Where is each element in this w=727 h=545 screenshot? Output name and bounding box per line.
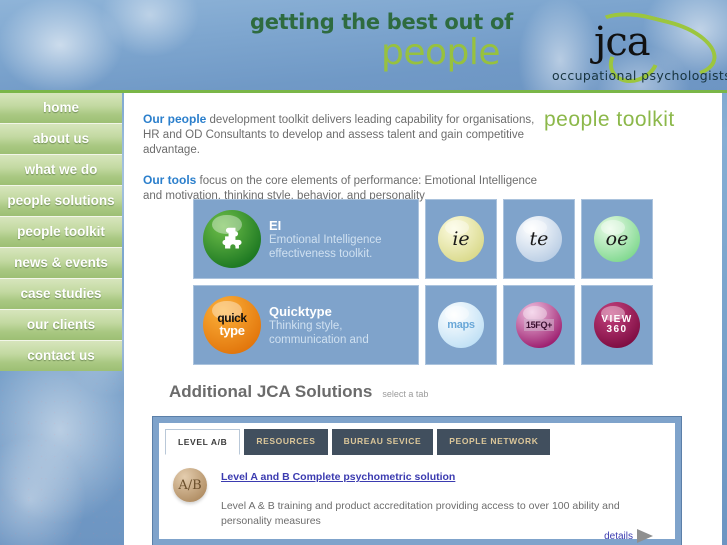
page-title: people toolkit	[544, 108, 675, 131]
tile-quicktype-desc-1: Thinking style,	[269, 319, 343, 332]
solutions-panel-inner: LEVEL A/B RESOURCES BUREAU SEVICE PEOPLE…	[159, 423, 675, 543]
tile-te[interactable]: te	[503, 199, 575, 279]
oe-badge-icon: oe	[594, 216, 640, 262]
tile-view360-line-2: 360	[606, 324, 628, 335]
ie-badge-icon: ie	[438, 216, 484, 262]
tile-ie-label: ie	[452, 227, 470, 250]
puzzle-piece-glyph	[222, 227, 242, 249]
maps-badge-icon: maps	[438, 302, 484, 348]
tab-bureau-service[interactable]: BUREAU SEVICE	[331, 429, 434, 455]
tab-content-level-ab: A/B Level A and B Complete psychometric …	[159, 455, 675, 543]
tile-view360[interactable]: VIEW 360	[581, 285, 653, 365]
solution-text-block: Level A and B Complete psychometric solu…	[221, 467, 621, 529]
toolkit-tile-grid: EI Emotional Intelligence effectiveness …	[193, 199, 653, 371]
fifteen-fq-badge-icon: 15FQ+	[516, 302, 562, 348]
sidebar-item-people-toolkit[interactable]: people toolkit	[0, 217, 122, 248]
tab-people-network[interactable]: PEOPLE NETWORK	[437, 429, 551, 455]
additional-solutions-header: Additional JCA Solutions select a tab	[169, 382, 428, 402]
tile-quicktype[interactable]: quick type Quicktype Thinking style, com…	[193, 285, 419, 365]
intro-paragraph-1: Our people development toolkit delivers …	[143, 112, 543, 158]
tile-maps-label: maps	[447, 319, 475, 331]
view360-badge-text: VIEW 360	[601, 314, 632, 335]
logo-wordmark: jca	[594, 19, 651, 65]
additional-solutions-subheading: select a tab	[382, 389, 429, 399]
level-ab-badge-icon: A/B	[173, 468, 207, 502]
solution-title-link[interactable]: Level A and B Complete psychometric solu…	[221, 471, 455, 483]
header-banner: getting the best out of people jca occup…	[0, 0, 727, 92]
tagline-line-2: people	[380, 32, 501, 73]
view360-badge-icon: VIEW 360	[594, 302, 640, 348]
intro-copy: Our people development toolkit delivers …	[143, 112, 543, 204]
intro-body-2: focus on the core elements of performanc…	[143, 175, 538, 202]
tile-maps[interactable]: maps	[425, 285, 497, 365]
sidebar-item-case-studies[interactable]: case studies	[0, 279, 122, 310]
quicktype-badge-line-2: type	[219, 323, 245, 339]
sidebar-item-people-solutions[interactable]: people solutions	[0, 186, 122, 217]
main-navigation: home about us what we do people solution…	[0, 93, 122, 371]
quicktype-badge-text: quick type	[217, 312, 247, 339]
sidebar-item-what-we-do[interactable]: what we do	[0, 155, 122, 186]
sidebar-item-about-us[interactable]: about us	[0, 124, 122, 155]
tile-quicktype-name: Quicktype	[269, 303, 332, 319]
header-green-divider	[0, 90, 727, 93]
sidebar-item-news-events[interactable]: news & events	[0, 248, 122, 279]
tile-ei-desc-2: effectiveness toolkit.	[269, 247, 373, 260]
tile-ei[interactable]: EI Emotional Intelligence effectiveness …	[193, 199, 419, 279]
puzzle-icon	[203, 210, 261, 268]
quicktype-badge-icon: quick type	[203, 296, 261, 354]
arrow-right-icon	[637, 529, 653, 543]
tile-15fq[interactable]: 15FQ+	[503, 285, 575, 365]
tile-te-label: te	[529, 227, 549, 250]
intro-lede-1: Our people	[143, 112, 207, 126]
intro-lede-2: Our tools	[143, 173, 197, 187]
details-link[interactable]: details	[604, 529, 653, 543]
sidebar-item-our-clients[interactable]: our clients	[0, 310, 122, 341]
tagline: getting the best out of people	[250, 10, 513, 73]
tile-15fq-label: 15FQ+	[523, 319, 555, 331]
tab-level-ab[interactable]: LEVEL A/B	[165, 429, 241, 455]
tile-row-quicktype: quick type Quicktype Thinking style, com…	[193, 285, 653, 365]
tile-ei-name: EI	[269, 217, 282, 233]
tile-ei-label: EI Emotional Intelligence effectiveness …	[269, 218, 382, 261]
tile-ei-desc-1: Emotional Intelligence	[269, 233, 382, 246]
details-label: details	[604, 530, 633, 542]
tile-quicktype-desc-2: communication and	[269, 333, 369, 346]
solution-row: A/B Level A and B Complete psychometric …	[173, 467, 661, 529]
solutions-tab-panel: LEVEL A/B RESOURCES BUREAU SEVICE PEOPLE…	[152, 416, 682, 545]
tab-resources[interactable]: RESOURCES	[244, 429, 328, 455]
main-content-panel: Our people development toolkit delivers …	[124, 93, 722, 545]
sidebar-item-contact-us[interactable]: contact us	[0, 341, 122, 371]
solutions-tab-bar: LEVEL A/B RESOURCES BUREAU SEVICE PEOPLE…	[159, 423, 675, 455]
solution-description: Level A & B training and product accredi…	[221, 500, 620, 527]
sidebar-item-home[interactable]: home	[0, 93, 122, 124]
tagline-line-1: getting the best out of	[250, 10, 513, 34]
additional-solutions-heading: Additional JCA Solutions	[169, 382, 373, 401]
te-badge-icon: te	[516, 216, 562, 262]
tile-ie[interactable]: ie	[425, 199, 497, 279]
tile-quicktype-label: Quicktype Thinking style, communication …	[269, 304, 369, 347]
logo-subtitle: occupational psychologists	[552, 68, 727, 83]
jca-logo[interactable]: jca occupational psychologists	[552, 2, 727, 92]
tile-oe[interactable]: oe	[581, 199, 653, 279]
tile-row-ei: EI Emotional Intelligence effectiveness …	[193, 199, 653, 279]
tile-oe-label: oe	[605, 227, 629, 250]
